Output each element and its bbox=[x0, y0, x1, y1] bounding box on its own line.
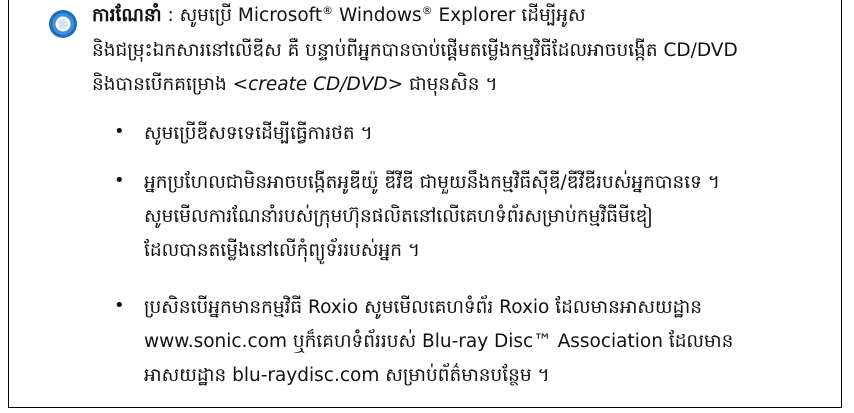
note-text-part: សូមប្រើ Microsoft bbox=[179, 5, 323, 26]
bullet-glyph: • bbox=[114, 170, 125, 191]
note-text-part: Windows bbox=[333, 5, 422, 26]
note-text-part: និងបានបើកគម្រោង < bbox=[92, 74, 249, 95]
bullet-glyph: • bbox=[114, 121, 125, 142]
note-info-icon bbox=[49, 10, 77, 38]
bullet-line: អ្នកប្រហែលជាមិនអាចបង្កើតអូឌីយ៉ូ ឌីវីឌី ជ… bbox=[144, 172, 720, 193]
note-text-part: Explorer ដើម្បីអូស bbox=[432, 5, 586, 26]
registered-mark: ® bbox=[421, 3, 433, 17]
note-line-3: និងបានបើកគម្រោង <create CD/DVD> ជាមុនសិន… bbox=[92, 67, 832, 102]
note-text-part: > ជាមុនសិន ។ bbox=[387, 74, 498, 95]
bullet-line: សូមប្រើឌីសទទេដើម្បីធ្វើការថត ។ bbox=[144, 123, 373, 144]
bullet-line: www.sonic.com ឬក៏គេហទំព័ររបស់ Blu-ray Di… bbox=[144, 331, 734, 352]
bullet-line: សូមមើលការណែនាំរបស់ក្រុមហ៊ុនផលិតនៅលើគេហទំ… bbox=[144, 206, 653, 227]
note-line-1: ការណែនាំ : សូមប្រើ Microsoft® Windows® E… bbox=[92, 0, 832, 33]
note-placeholder-text: create CD/DVD bbox=[248, 74, 388, 95]
note-line-2: និងជម្រុះឯកសារនៅលើឌីស គឺ បន្ទាប់ពីអ្នកបា… bbox=[92, 40, 738, 61]
registered-mark: ® bbox=[322, 3, 334, 17]
bullet-glyph: • bbox=[114, 295, 125, 316]
note-colon: : bbox=[161, 5, 180, 26]
bullet-line: ដែលបានតម្លើងនៅលើកុំព្យូទ័ររបស់អ្នក ។ bbox=[144, 240, 421, 261]
note-label: ការណែនាំ bbox=[92, 5, 162, 26]
bullet-line: អាសយដ្ឋាន blu-raydisc.com សម្រាប់ព័ត៌មាន… bbox=[144, 365, 550, 386]
bullet-line: ប្រសិនបើអ្នកមានកម្មវិធី Roxio សូមមើលគេហទ… bbox=[144, 297, 703, 318]
